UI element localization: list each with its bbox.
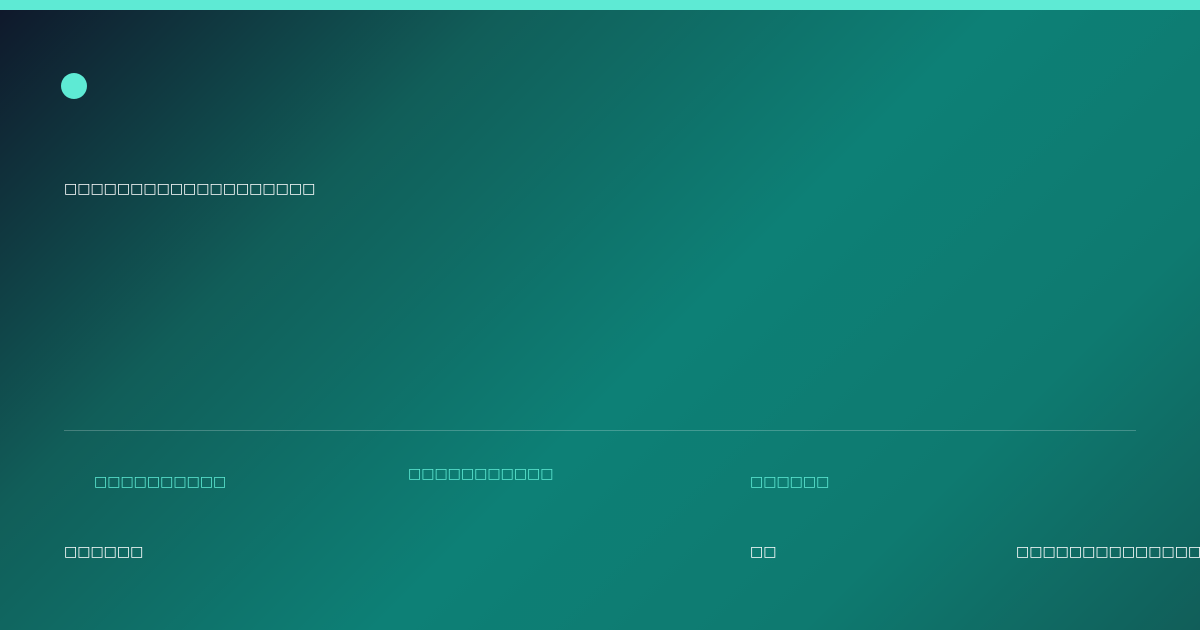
brand-dot-icon (61, 73, 87, 99)
meta-value-3: □□ (750, 544, 777, 560)
headline-text: □□□□□□□□□□□□□□□□□□□ (64, 181, 316, 197)
divider (64, 430, 1136, 431)
meta-value-1: □□□□□□ (64, 544, 144, 560)
meta-label-3: □□□□□□ (750, 474, 830, 490)
top-accent-bar (0, 0, 1200, 10)
meta-value-4: □□□□□□□□□□□□□□□□□□ (1016, 544, 1200, 560)
meta-label-1: □□□□□□□□□□ (94, 474, 227, 490)
meta-label-2: □□□□□□□□□□□ (408, 466, 554, 482)
